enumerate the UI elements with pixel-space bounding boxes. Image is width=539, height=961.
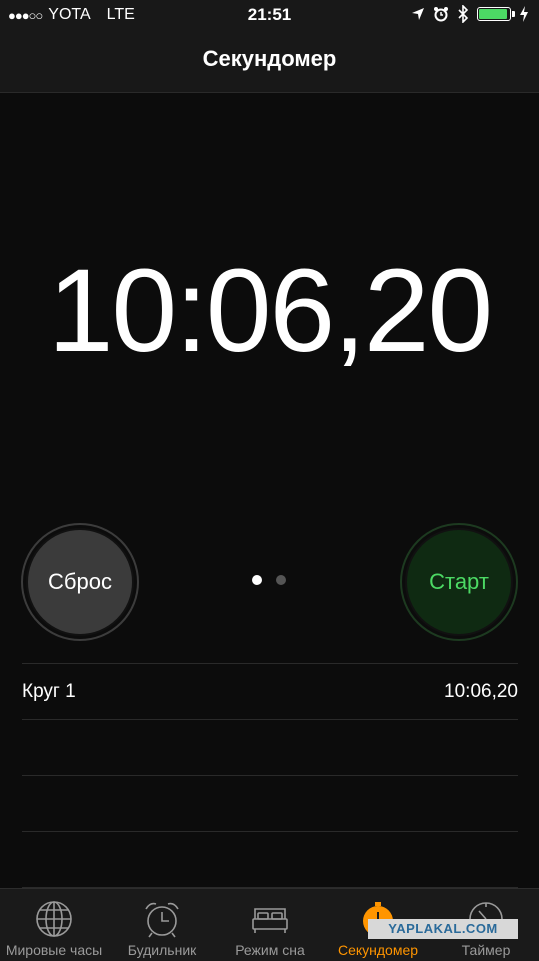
location-icon: [412, 8, 424, 20]
lap-list: Круг 1 10:06,20: [22, 663, 518, 888]
alarm-icon: [434, 7, 448, 22]
status-bar: ●●●○○ YOTA LTE 21:51: [0, 0, 539, 30]
status-right: [411, 5, 529, 23]
tab-bedtime[interactable]: Режим сна: [216, 889, 324, 961]
tab-label: Таймер: [461, 942, 511, 958]
stopwatch-panel: 10:06,20 Сброс Старт Круг 1 10:06,20: [0, 93, 539, 888]
battery-fill: [479, 9, 508, 19]
start-button[interactable]: Старт: [400, 523, 518, 641]
page-indicator[interactable]: [252, 575, 286, 585]
battery-icon: [477, 7, 515, 21]
lap-row: [22, 775, 518, 831]
lap-time: 10:06,20: [444, 681, 518, 702]
tab-world-clock[interactable]: Мировые часы: [0, 889, 108, 961]
bluetooth-icon: [458, 5, 469, 23]
reset-button-label: Сброс: [26, 528, 134, 636]
tab-alarm[interactable]: Будильник: [108, 889, 216, 961]
charging-icon: [520, 6, 528, 22]
lap-row: Круг 1 10:06,20: [22, 663, 518, 719]
bed-icon: [252, 908, 288, 933]
navigation-bar: Секундомер: [0, 30, 539, 93]
alarm-clock-icon: [145, 902, 179, 938]
lap-row: [22, 719, 518, 775]
reset-button[interactable]: Сброс: [21, 523, 139, 641]
watermark: YAPLAKAL.COM: [368, 919, 518, 939]
globe-icon: [36, 901, 72, 937]
lap-label: Круг 1: [22, 681, 76, 702]
stopwatch-time: 10:06,20: [47, 245, 493, 377]
page-dot-2: [276, 575, 286, 585]
lap-row: [22, 831, 518, 888]
start-button-label: Старт: [405, 528, 513, 636]
page-title: Секундомер: [202, 46, 337, 71]
page-dot-1: [252, 575, 262, 585]
